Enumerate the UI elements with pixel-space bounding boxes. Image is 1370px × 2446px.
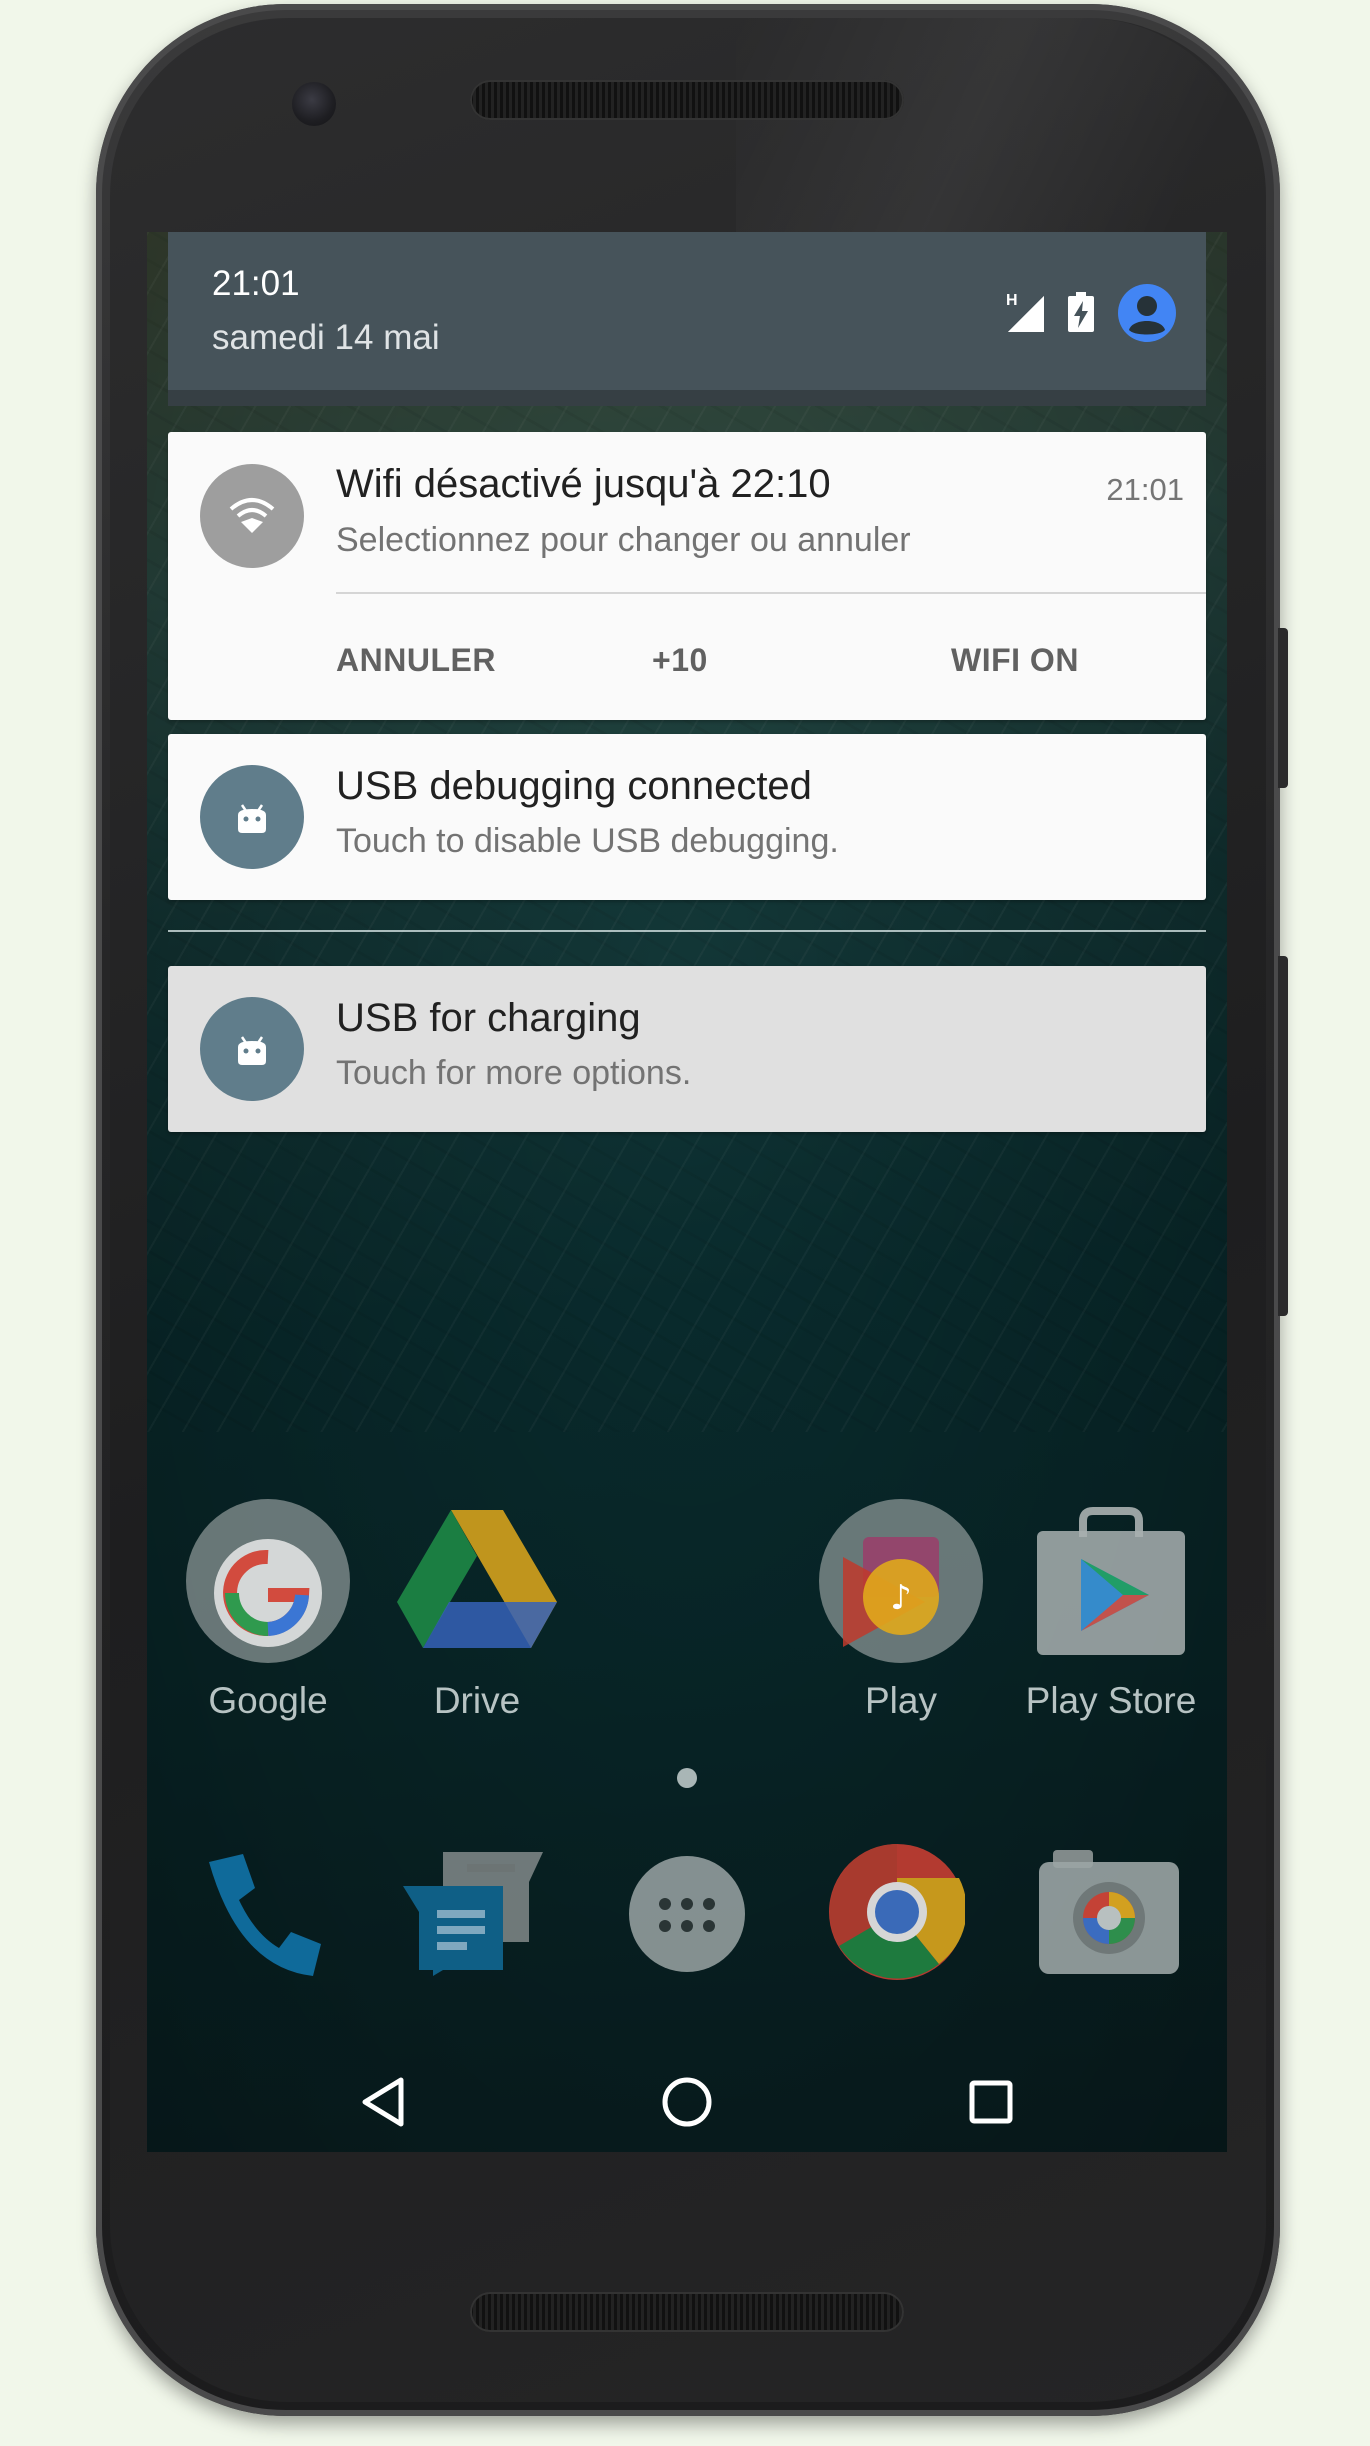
- bottom-speaker: [470, 2292, 904, 2332]
- app-label-play-store: Play Store: [1025, 1680, 1197, 1721]
- notification-icon: [200, 765, 304, 869]
- android-icon: [238, 804, 266, 833]
- recents-icon: [969, 2080, 1013, 2124]
- wifi-on-button[interactable]: WIFI ON: [951, 642, 1079, 679]
- app-label-google: Google: [208, 1680, 328, 1721]
- play-folder-icon[interactable]: ♪: [817, 1497, 985, 1665]
- header-shadow: [168, 390, 1206, 406]
- notification-title: USB for charging: [336, 996, 641, 1040]
- camera-icon[interactable]: [1039, 1850, 1179, 1974]
- account-avatar-icon[interactable]: [1118, 284, 1176, 342]
- back-icon: [362, 2077, 404, 2127]
- play-store-icon[interactable]: [1031, 1507, 1191, 1657]
- notification-group-divider: [168, 930, 1206, 932]
- battery-charging-icon: [1068, 292, 1094, 332]
- android-icon: [238, 1036, 266, 1065]
- app-label-play: Play: [865, 1680, 937, 1721]
- back-button[interactable]: [323, 2052, 443, 2152]
- notification-usb-charging[interactable]: USB for charging Touch for more options.: [168, 966, 1206, 1132]
- notification-usb-debugging[interactable]: USB debugging connected Touch to disable…: [168, 734, 1206, 900]
- notification-text: Selectionnez pour changer ou annuler: [336, 521, 911, 559]
- notification-icon: [200, 464, 304, 568]
- notification-icon: [200, 997, 304, 1101]
- home-button[interactable]: [627, 2052, 747, 2152]
- notification-text: Touch to disable USB debugging.: [336, 822, 839, 860]
- phone-screen: 21:01 samedi 14 mai H Wifi désactivé jus…: [147, 232, 1227, 2152]
- app-drawer-icon[interactable]: [629, 1856, 745, 1972]
- google-folder-icon[interactable]: [184, 1497, 352, 1665]
- svg-text:♪: ♪: [890, 1578, 912, 1618]
- wifi-off-icon: [229, 498, 275, 533]
- header-date[interactable]: samedi 14 mai: [212, 318, 440, 358]
- header-time: 21:01: [212, 264, 300, 303]
- chrome-icon[interactable]: [829, 1844, 965, 1980]
- notification-action-divider: [336, 592, 1206, 594]
- power-button: [1278, 628, 1288, 788]
- cancel-button[interactable]: ANNULER: [336, 642, 496, 679]
- notification-header: 21:01 samedi 14 mai H: [168, 232, 1206, 390]
- notification-time: 21:01: [1106, 472, 1184, 507]
- recents-button[interactable]: [931, 2052, 1051, 2152]
- page-indicator: [677, 1768, 697, 1788]
- volume-button: [1278, 956, 1288, 1316]
- front-camera: [292, 82, 336, 126]
- messenger-icon[interactable]: [403, 1852, 543, 1976]
- phone-icon[interactable]: [199, 1852, 323, 1976]
- notification-wifi[interactable]: Wifi désactivé jusqu'à 22:10 Selectionne…: [168, 432, 1206, 720]
- network-type-label: H: [1006, 292, 1018, 309]
- top-speaker: [470, 80, 904, 120]
- notification-text: Touch for more options.: [336, 1054, 692, 1092]
- notification-title: USB debugging connected: [336, 764, 812, 808]
- notification-title: Wifi désactivé jusqu'à 22:10: [336, 462, 831, 506]
- navigation-bar: [147, 2052, 1227, 2152]
- home-icon: [662, 2077, 712, 2127]
- drive-icon[interactable]: [397, 1510, 557, 1652]
- app-label-drive: Drive: [433, 1680, 521, 1721]
- plus-ten-button[interactable]: +10: [652, 642, 708, 679]
